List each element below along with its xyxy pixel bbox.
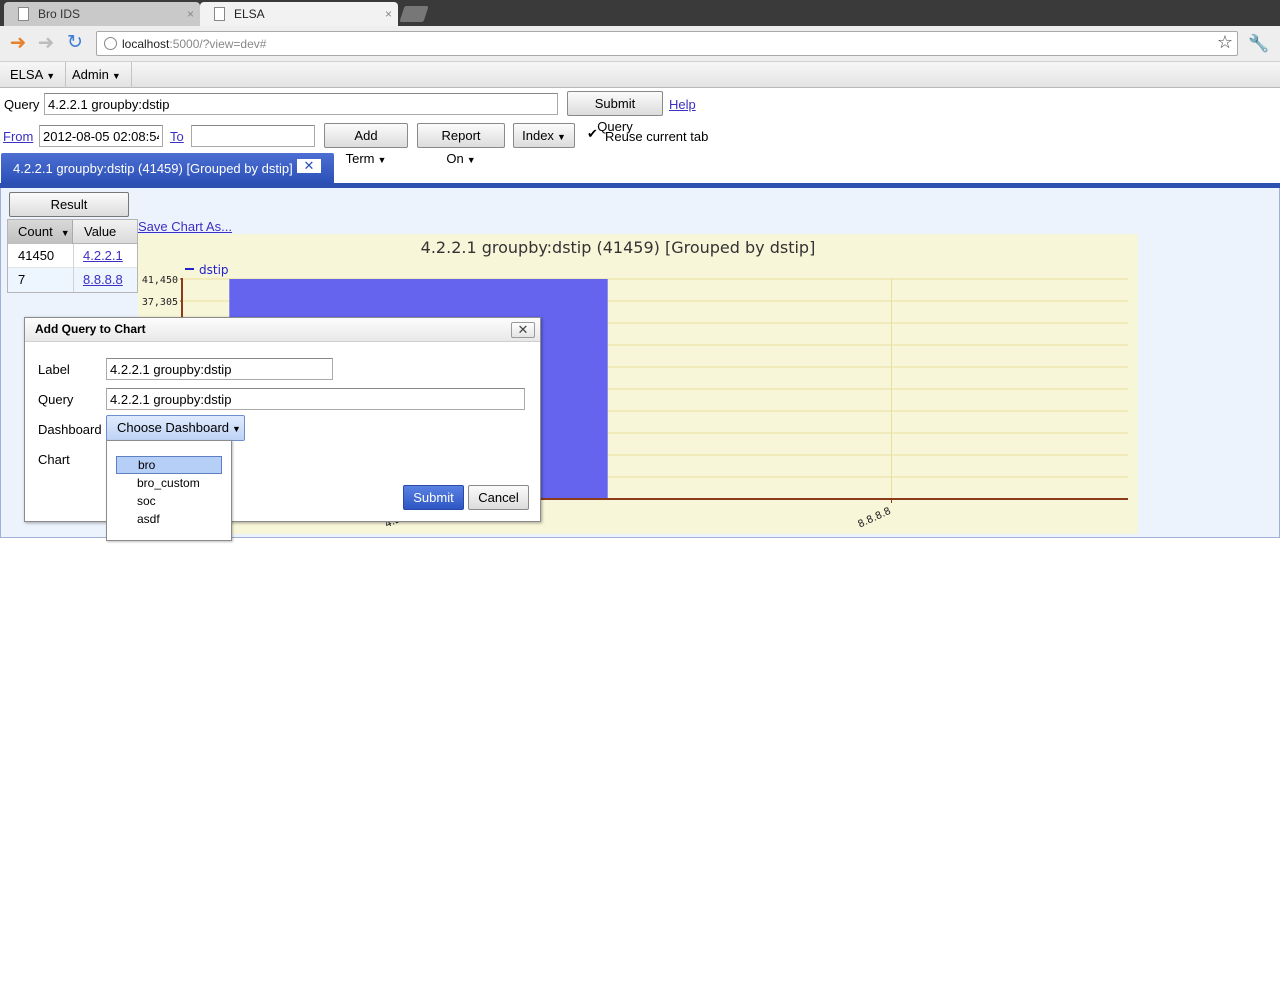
- query-input[interactable]: [44, 93, 558, 115]
- dashboard-option-bro-custom[interactable]: bro_custom: [137, 476, 200, 490]
- dashboard-option-asdf[interactable]: asdf: [137, 512, 160, 526]
- dialog-cancel-button[interactable]: Cancel: [468, 485, 529, 510]
- dialog-submit-button[interactable]: Submit: [403, 485, 464, 510]
- close-icon[interactable]: ✕: [297, 159, 321, 173]
- back-arrow-icon[interactable]: ➜: [6, 32, 30, 56]
- caret-down-icon: ▼: [377, 155, 387, 165]
- close-tab-icon[interactable]: ×: [385, 2, 392, 26]
- browser-tab-elsa[interactable]: ELSA ×: [200, 2, 398, 26]
- count-cell: 41450: [18, 248, 55, 263]
- choose-dashboard-button[interactable]: Choose Dashboard ▼: [106, 415, 245, 441]
- menu-elsa[interactable]: ELSA ▼: [0, 62, 67, 88]
- reload-icon[interactable]: ↻: [63, 32, 87, 56]
- query-field-label: Query: [38, 392, 74, 407]
- y-tick-label: 41,450: [142, 275, 178, 286]
- result-tab[interactable]: 4.2.2.1 groupby:dstip (41459) [Grouped b…: [1, 153, 334, 184]
- reuse-tab-label: Reuse current tab: [605, 129, 709, 144]
- dialog-title: Add Query to Chart: [35, 322, 146, 336]
- to-link[interactable]: To: [170, 129, 184, 144]
- value-link[interactable]: 4.2.2.1: [83, 244, 123, 268]
- caret-down-icon: ▼: [46, 71, 56, 81]
- help-link[interactable]: Help: [669, 97, 696, 112]
- page-icon: [214, 7, 225, 21]
- chart-title: 4.2.2.1 groupby:dstip (41459) [Grouped b…: [421, 238, 816, 257]
- globe-icon: [104, 37, 117, 50]
- browser-tab-strip: Bro IDS × ELSA ×: [0, 0, 1280, 26]
- wrench-icon[interactable]: 🔧: [1247, 32, 1271, 56]
- bookmark-star-icon[interactable]: ☆: [1217, 32, 1233, 53]
- dashboard-dropdown-menu: bro bro_custom soc asdf: [106, 440, 232, 541]
- value-column-header[interactable]: Value: [74, 220, 138, 244]
- reuse-tab-checkbox[interactable]: ✔: [587, 127, 599, 140]
- chart-field-label: Chart: [38, 452, 70, 467]
- add-query-to-chart-dialog: Add Query to Chart ✕ Label Query Dashboa…: [24, 317, 541, 522]
- result-tab-title: 4.2.2.1 groupby:dstip (41459) [Grouped b…: [13, 161, 293, 176]
- from-link[interactable]: From: [3, 129, 33, 144]
- caret-down-icon: ▼: [60, 228, 70, 238]
- dashboard-field-label: Dashboard: [38, 422, 102, 437]
- report-on-button[interactable]: Report On ▼: [417, 123, 505, 166]
- browser-tab-title: Bro IDS: [38, 7, 81, 21]
- url-text: localhost:5000/?view=dev#: [122, 37, 267, 51]
- index-button[interactable]: Index ▼: [513, 123, 575, 148]
- save-chart-link[interactable]: Save Chart As...: [138, 219, 232, 234]
- close-tab-icon[interactable]: ×: [187, 2, 194, 26]
- result-options-button[interactable]: Result Options...▼: [9, 192, 129, 235]
- dialog-header: Add Query to Chart ✕: [25, 318, 540, 342]
- table-row: 7 8.8.8.8: [8, 268, 137, 292]
- count-cell: 7: [18, 272, 26, 287]
- table-row: 41450 4.2.2.1: [8, 244, 137, 268]
- caret-down-icon: ▼: [466, 155, 476, 165]
- app-menubar: ELSA ▼ Admin ▼: [0, 62, 1280, 88]
- label-input[interactable]: [106, 358, 333, 380]
- dashboard-option-bro[interactable]: bro: [116, 456, 222, 474]
- count-column-header[interactable]: Count ▼: [8, 220, 73, 244]
- label-field-label: Label: [38, 362, 70, 377]
- caret-down-icon: ▼: [232, 424, 241, 434]
- query-label: Query: [4, 97, 40, 112]
- grouped-results-table: Count ▼ Value 41450 4.2.2.1 7 8.8.8.8: [7, 219, 138, 293]
- caret-down-icon: ▼: [556, 132, 566, 142]
- y-tick-label: 37,305: [142, 297, 178, 308]
- table-header: Count ▼ Value: [8, 220, 137, 244]
- page-icon: [18, 7, 29, 21]
- dashboard-option-soc[interactable]: soc: [137, 494, 156, 508]
- new-tab-button[interactable]: [399, 6, 429, 22]
- menu-admin[interactable]: Admin ▼: [62, 62, 132, 88]
- add-term-button[interactable]: Add Term ▼: [324, 123, 408, 166]
- value-link[interactable]: 8.8.8.8: [83, 268, 123, 292]
- submit-query-button[interactable]: Submit Query: [567, 91, 663, 134]
- browser-tab-title: ELSA: [234, 7, 265, 21]
- browser-toolbar: ➜ ➜ ↻ localhost:5000/?view=dev# ☆ 🔧: [0, 26, 1280, 62]
- to-date-input[interactable]: [191, 125, 315, 147]
- forward-arrow-icon[interactable]: ➜: [34, 32, 58, 56]
- address-bar[interactable]: localhost:5000/?view=dev# ☆: [96, 31, 1238, 56]
- browser-tab-bro-ids[interactable]: Bro IDS ×: [4, 2, 200, 26]
- caret-down-icon: ▼: [111, 71, 121, 81]
- from-date-input[interactable]: [39, 125, 163, 147]
- dialog-query-input[interactable]: [106, 388, 525, 410]
- close-icon[interactable]: ✕: [511, 322, 535, 338]
- legend-series-name: dstip: [199, 263, 229, 277]
